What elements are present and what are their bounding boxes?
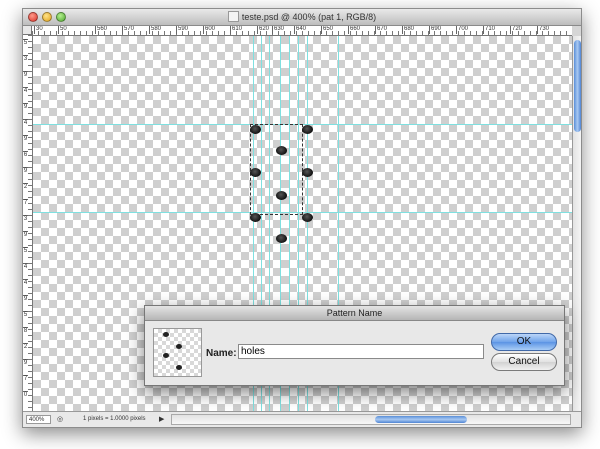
ruler-label: 600 [203, 26, 216, 34]
ruler-label: 650 [321, 26, 334, 34]
title-bar: teste.psd @ 400% (pat 1, RGB/8) [23, 9, 581, 26]
hole-dot [302, 125, 313, 134]
ruler-label: 720 [510, 26, 523, 34]
horizontal-ruler[interactable]: 30 50 560 570 580 590 600 610 620 630 64… [32, 26, 572, 36]
hole-dot [302, 213, 313, 222]
hole-dot [250, 213, 261, 222]
hole-dot [250, 125, 261, 134]
ruler-label: 9 [23, 359, 28, 366]
ruler-label: 7 [23, 199, 28, 206]
ruler-label: 640 [294, 26, 307, 34]
ruler-label: 2 [23, 343, 28, 350]
window-title: teste.psd @ 400% (pat 1, RGB/8) [23, 11, 581, 22]
preview-dot [176, 344, 182, 349]
ruler-label: 9 [23, 167, 28, 174]
hole-dot [276, 191, 287, 200]
vertical-scrollbar[interactable] [572, 36, 581, 411]
vertical-scroll-thumb[interactable] [574, 40, 581, 132]
ruler-label: 570 [122, 26, 135, 34]
hole-dot [276, 234, 287, 243]
dialog-title: Pattern Name [145, 306, 564, 321]
ruler-label: 9 [23, 71, 28, 78]
ruler-label: 580 [149, 26, 162, 34]
ruler-label: 9 [23, 231, 28, 238]
preview-dot [176, 365, 182, 370]
ruler-label: 630 [272, 26, 285, 34]
preview-dot [163, 353, 169, 358]
pattern-name-input[interactable] [238, 344, 484, 359]
hole-dot [276, 146, 287, 155]
ruler-label: 30 [34, 26, 43, 34]
zoom-level-field[interactable]: 400% [26, 415, 51, 424]
ruler-origin[interactable] [23, 26, 32, 35]
document-status-icon[interactable]: ◎ [57, 415, 63, 423]
cancel-button[interactable]: Cancel [491, 353, 557, 371]
ruler-label: 9 [23, 103, 28, 110]
ruler-label: 680 [402, 26, 415, 34]
vertical-ruler[interactable]: 5 3 9 4 9 4 9 6 9 2 7 3 9 5 4 4 9 5 8 2 9 7 0 [23, 35, 33, 411]
ruler-label: 690 [429, 26, 442, 34]
ruler-label: 700 [456, 26, 469, 34]
ruler-label: 9 [23, 135, 28, 142]
vertical-ruler-ticks [28, 35, 32, 411]
ruler-label: 4 [23, 87, 28, 94]
hole-dot [250, 168, 261, 177]
ruler-label: 5 [23, 311, 28, 318]
status-bar: 400% ◎ 1 pixels = 1.0000 pixels ▶ [23, 411, 581, 427]
ruler-label: 0 [23, 391, 28, 398]
ruler-label: 610 [230, 26, 243, 34]
ruler-label: 3 [23, 55, 28, 62]
name-label: Name: [206, 348, 237, 359]
ruler-label: 4 [23, 263, 28, 270]
status-menu-arrow-icon[interactable]: ▶ [159, 415, 164, 423]
ruler-label: 560 [95, 26, 108, 34]
hole-dot [302, 168, 313, 177]
ruler-label: 2 [23, 183, 28, 190]
ruler-label: 7 [23, 375, 28, 382]
ruler-label: 3 [23, 215, 28, 222]
ruler-label: 730 [537, 26, 550, 34]
pattern-name-dialog: Pattern Name Name: OK Cancel [144, 305, 565, 386]
ruler-label: 620 [257, 26, 270, 34]
preview-dot [163, 332, 169, 337]
ruler-label: 4 [23, 119, 28, 126]
pattern-preview [153, 328, 202, 377]
ruler-label: 5 [23, 247, 28, 254]
ruler-label: 590 [176, 26, 189, 34]
document-info-text: 1 pixels = 1.0000 pixels [83, 416, 146, 422]
document-icon [227, 11, 239, 22]
ruler-label: 660 [348, 26, 361, 34]
ruler-label: 9 [23, 295, 28, 302]
horizontal-scroll-thumb[interactable] [375, 416, 467, 423]
ruler-label: 6 [23, 151, 28, 158]
ok-button[interactable]: OK [491, 333, 557, 351]
ruler-label: 50 [58, 26, 67, 34]
ruler-label: 4 [23, 279, 28, 286]
ruler-label: 710 [483, 26, 496, 34]
ruler-label: 670 [375, 26, 388, 34]
ruler-label: 5 [23, 39, 28, 46]
ruler-label: 8 [23, 327, 28, 334]
horizontal-scrollbar[interactable] [171, 414, 571, 425]
